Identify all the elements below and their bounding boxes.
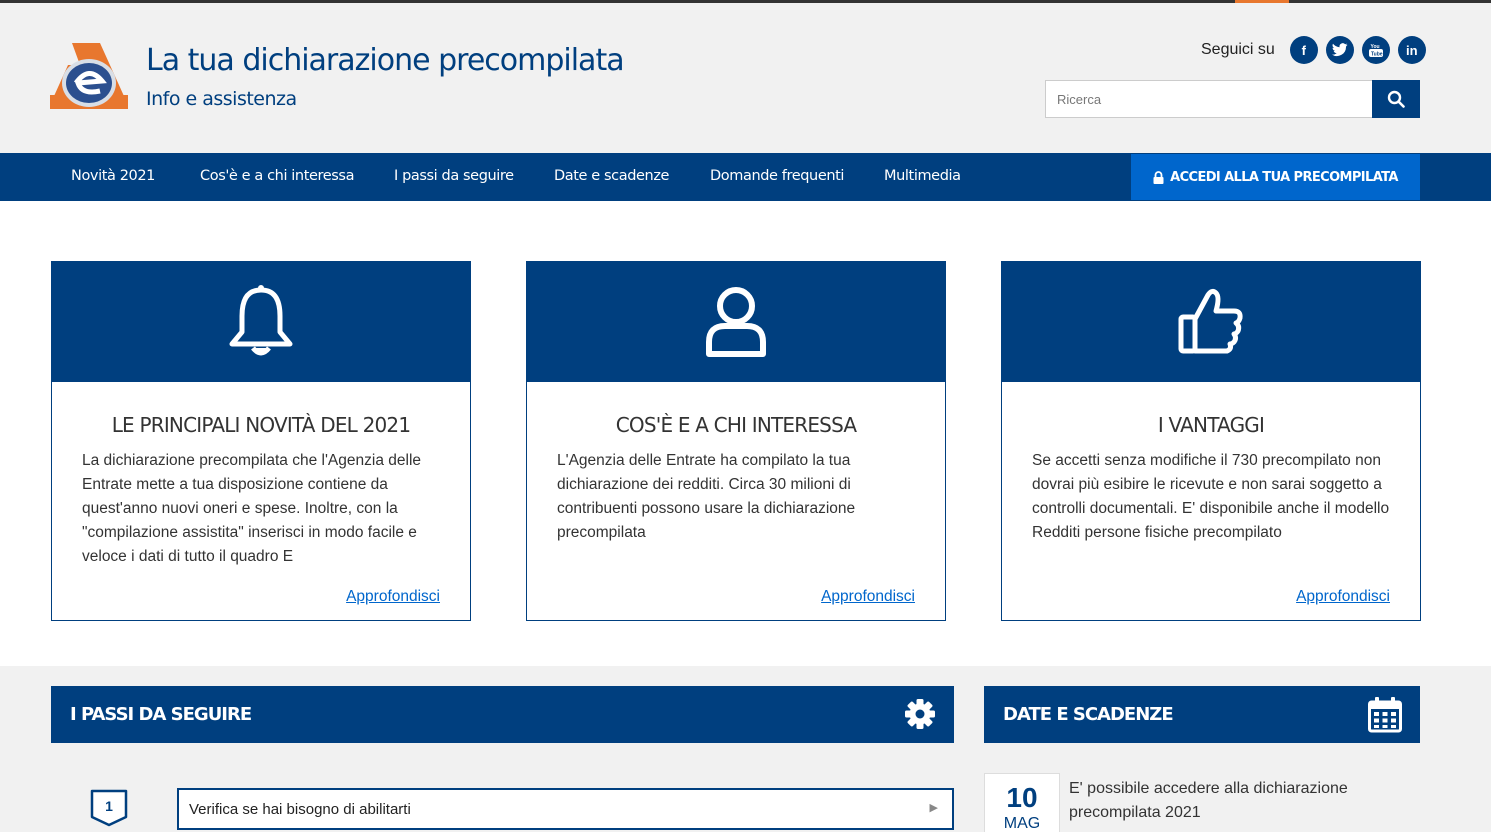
nav-cos-e[interactable]: Cos'è e a chi interessa [200, 168, 354, 184]
nav-passi[interactable]: I passi da seguire [394, 168, 514, 184]
card-vantaggi: I VANTAGGI Se accetti senza modifiche il… [1001, 261, 1421, 621]
dates-panel-header: DATE E SCADENZE [984, 686, 1420, 743]
user-icon [706, 287, 766, 357]
main-navigation: Novità 2021 Cos'è e a chi interessa I pa… [0, 153, 1491, 201]
steps-panel-title: I PASSI DA SEGUIRE [70, 704, 252, 725]
search-button[interactable] [1372, 80, 1420, 118]
search-input[interactable] [1045, 80, 1372, 118]
step-label: Verifica se hai bisogno di abilitarti [189, 801, 411, 818]
card-title: I VANTAGGI [1157, 413, 1265, 437]
social-label: Seguici su [1201, 41, 1275, 58]
search-box [1045, 80, 1420, 118]
lower-section: I PASSI DA SEGUIRE DATE E SCADENZE 1 Ver… [0, 666, 1491, 832]
card-title: LE PRINCIPALI NOVITÀ DEL 2021 [111, 413, 411, 437]
lock-icon [1153, 170, 1164, 184]
date-month: MAG [1003, 815, 1041, 832]
linkedin-icon[interactable]: in [1397, 36, 1426, 64]
masthead: La tua dichiarazione precompilata Info e… [0, 3, 1491, 153]
social-links: Seguici su f You Tube in [1201, 36, 1426, 64]
nav-novita-2021[interactable]: Novità 2021 [71, 168, 155, 184]
search-icon [1387, 90, 1405, 108]
step-number: 1 [105, 798, 113, 814]
news-item-text[interactable]: E' possibile accedere alla dichiarazione… [1069, 777, 1389, 825]
calendar-icon [1368, 697, 1402, 738]
facebook-icon[interactable]: f [1289, 36, 1318, 64]
nav-domande-frequenti[interactable]: Domande frequenti [710, 168, 844, 184]
card-header [52, 262, 470, 382]
agenzia-entrate-logo[interactable] [50, 43, 128, 113]
step-item-verifica[interactable]: Verifica se hai bisogno di abilitarti ▶ [177, 788, 954, 830]
card-text: L'Agenzia delle Entrate ha compilato la … [557, 452, 856, 541]
login-button[interactable]: ACCEDI ALLA TUA PRECOMPILATA [1131, 154, 1420, 200]
chevron-right-icon: ▶ [929, 802, 938, 814]
svg-text:Tube: Tube [1371, 51, 1383, 57]
approfondisci-link[interactable]: Approfondisci [1296, 588, 1390, 606]
nav-multimedia[interactable]: Multimedia [884, 168, 961, 184]
gear-icon [903, 697, 937, 736]
card-text: Se accetti senza modifiche il 730 precom… [1032, 452, 1390, 541]
card-title: COS'È E A CHI INTERESSA [615, 413, 857, 437]
nav-date-scadenze[interactable]: Date e scadenze [554, 168, 669, 184]
card-novita: LE PRINCIPALI NOVITÀ DEL 2021 La dichiar… [51, 261, 471, 621]
date-day: 10 [1006, 782, 1038, 813]
card-cos-e: COS'È E A CHI INTERESSA L'Agenzia delle … [526, 261, 946, 621]
thumbs-up-icon [1178, 288, 1243, 354]
date-badge: 10 MAG [984, 773, 1060, 832]
card-header [1002, 262, 1420, 382]
steps-panel-header: I PASSI DA SEGUIRE [51, 686, 954, 743]
bell-icon [229, 285, 293, 356]
step-number-badge: 1 [90, 789, 128, 827]
approfondisci-link[interactable]: Approfondisci [821, 588, 915, 606]
youtube-icon[interactable]: You Tube [1361, 36, 1390, 64]
site-subtitle: Info e assistenza [146, 88, 297, 110]
approfondisci-link[interactable]: Approfondisci [346, 588, 440, 606]
site-title: La tua dichiarazione precompilata [146, 43, 625, 78]
svg-text:You: You [1370, 44, 1379, 50]
card-header [527, 262, 945, 382]
card-text: La dichiarazione precompilata che l'Agen… [82, 452, 422, 565]
twitter-icon[interactable] [1325, 36, 1354, 64]
dates-panel-title: DATE E SCADENZE [1003, 704, 1174, 725]
login-button-label: ACCEDI ALLA TUA PRECOMPILATA [1170, 169, 1398, 185]
